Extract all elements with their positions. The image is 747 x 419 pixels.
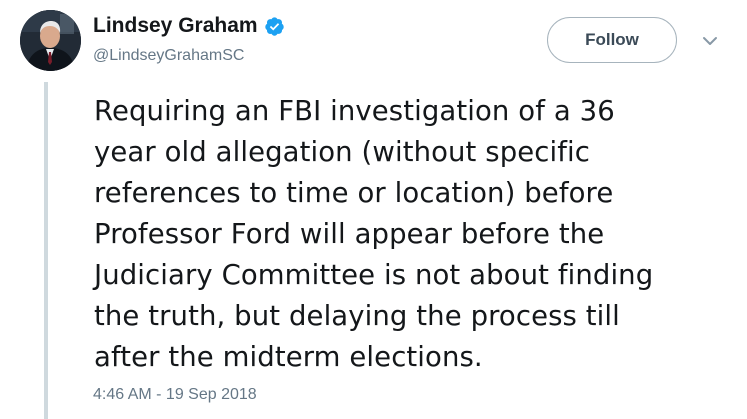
chevron-down-icon (703, 37, 717, 45)
tweet-text: Requiring an FBI investigation of a 36 y… (94, 95, 654, 373)
author-avatar[interactable] (20, 10, 81, 71)
follow-button[interactable]: Follow (547, 17, 677, 63)
profile-photo-icon (20, 10, 81, 71)
tweet-menu-button[interactable] (698, 32, 722, 50)
author-handle[interactable]: @LindseyGrahamSC (93, 46, 244, 66)
author-name-row: Lindsey Graham (93, 14, 285, 38)
tweet-timestamp[interactable]: 4:46 AM - 19 Sep 2018 (93, 385, 257, 405)
author-display-name[interactable]: Lindsey Graham (93, 14, 258, 38)
thread-line (44, 82, 48, 419)
verified-badge-icon (264, 16, 285, 37)
